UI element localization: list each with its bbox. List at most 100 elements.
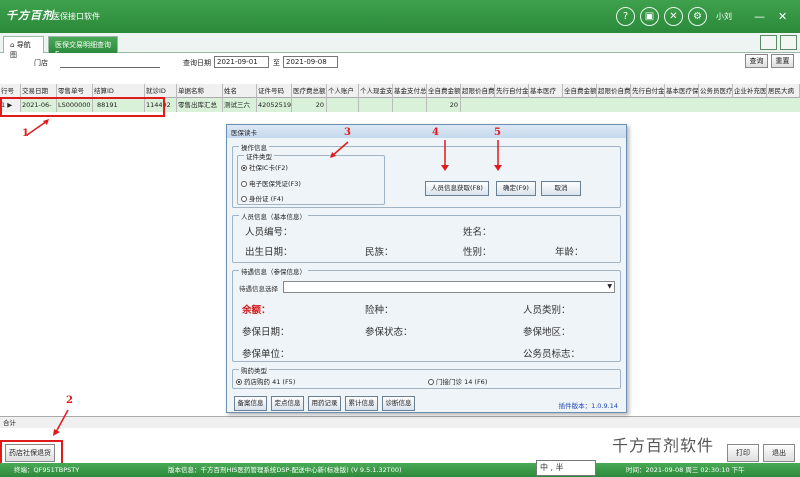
exit-button[interactable]: 退出 [763,444,795,462]
radio-dot [241,196,247,202]
birth-label: 出生日期： [245,247,293,258]
radio-pharmacy-purchase[interactable]: 药店购药 41 (F5) [236,376,295,386]
cell-empty[interactable] [461,98,800,112]
insure-date-label: 参保日期： [242,327,290,338]
app-title: 医保接口软件 [52,12,100,21]
date-to-input[interactable]: 2021-09-08 [283,56,338,68]
col-header[interactable]: 证件号码 [257,84,292,98]
col-header[interactable]: 单据名称 [177,84,223,98]
confirm-button[interactable]: 确定(F9) [496,181,536,196]
insure-area-label: 参保地区： [523,327,571,338]
cancel-button[interactable]: 取消 [541,181,581,196]
age-label: 年龄： [555,247,584,258]
col-header[interactable]: 个人现金支付 [359,84,393,98]
col-header[interactable]: 居民大病 [767,84,800,98]
cell-doc-name[interactable]: 零售出库汇总 [177,98,223,112]
annotation-arrow-5 [494,140,502,171]
date-from-input[interactable]: 2021-09-01 [214,56,269,68]
terminal-text: 终端：QF951TBPSTY [14,466,80,474]
delete-icon[interactable]: ✕ [664,7,683,26]
user-name: 小刘 [716,12,732,21]
insurance-type-label: 险种： [365,305,394,316]
close-window-icon[interactable]: ✕ [778,10,787,23]
col-header[interactable]: 行号 [0,84,21,98]
tab-insurance-detail[interactable]: 医保交易明细查询E [48,36,118,58]
col-header[interactable]: 企业补充医 [733,84,767,98]
person-info-legend: 人员信息（基本信息） [239,211,308,221]
watermark-text: 千方百剂软件 [612,436,715,455]
date-label: 查询日期 [183,59,211,67]
read-person-button[interactable]: 人员信息获取(F8) [425,181,489,196]
radio-id-card[interactable]: 身份证 (F4) [241,193,284,203]
insurance-card-dialog: 医保读卡 操作信息 证件类型 社保IC卡(F2) 电子医保凭证(F3) 身份证 … [226,124,627,413]
radio-dot [428,379,434,385]
annotation-arrow-1 [26,119,49,136]
store-input[interactable] [60,67,160,68]
col-header[interactable]: 个人账户 [327,84,359,98]
search-button[interactable]: 查询 [745,54,768,68]
operation-group: 操作信息 证件类型 社保IC卡(F2) 电子医保凭证(F3) 身份证 (F4) … [232,142,621,208]
col-header[interactable]: 超限价自费 [461,84,495,98]
col-header[interactable]: 全自费金额 [427,84,461,98]
col-header[interactable]: 结算ID [93,84,145,98]
time-text: 时间：2021-09-08 周三 02:30:10 下午 [626,466,745,474]
cell-total[interactable]: 20 [292,98,327,112]
cell-name[interactable]: 测试三六 [223,98,257,112]
treatment-info-legend: 待遇信息（参保信息） [239,266,308,276]
annotation-arrow-3 [330,141,349,158]
radio-e-voucher[interactable]: 电子医保凭证(F3) [241,178,301,188]
cell-empty[interactable] [359,98,393,112]
cell-self-paid[interactable]: 20 [427,98,461,112]
col-header[interactable]: 医疗费总额 [292,84,327,98]
tab-diagnosis-info[interactable]: 诊断信息 [382,396,415,411]
print-button[interactable]: 打印 [727,444,759,462]
col-header[interactable]: 基本医疗 [529,84,563,98]
col-header[interactable]: 基本医疗保 [665,84,699,98]
tab-cumulative-info[interactable]: 累计信息 [345,396,378,411]
col-header[interactable]: 就诊ID [145,84,177,98]
annotation-arrow-4 [441,140,449,171]
help-icon[interactable]: ? [616,7,635,26]
lock-icon[interactable]: ▣ [640,7,659,26]
treatment-select[interactable]: ▼ [283,281,615,293]
cell-id-no[interactable]: 42052519 [257,98,292,112]
person-no-label: 人员编号： [245,227,293,238]
person-info-group: 人员信息（基本信息） 人员编号： 姓名： 出生日期： 民族： 性别： 年龄： [232,211,621,263]
window-icon[interactable] [780,35,797,50]
cert-type-group: 证件类型 社保IC卡(F2) 电子医保凭证(F3) 身份证 (F4) [237,151,385,205]
cell-empty[interactable] [327,98,359,112]
col-header[interactable]: 公务员医疗 [699,84,733,98]
tab-record-info[interactable]: 备案信息 [234,396,267,411]
tab-designated-info[interactable]: 定点信息 [271,396,304,411]
tab-navigation[interactable]: ⌂ 导航图 [3,36,44,59]
cell-empty[interactable] [393,98,427,112]
annotation-number-3: 3 [344,127,351,138]
col-header[interactable]: 基金支付总 [393,84,427,98]
purchase-type-group: 购药类型 药店购药 41 (F5) 门接门诊 14 (F6) [232,365,621,389]
col-header[interactable]: 全自费金额 [563,84,597,98]
col-header[interactable]: 零售单号 [57,84,93,98]
tab-medication-records[interactable]: 用药记录 [308,396,341,411]
col-header[interactable]: 先行自付金 [495,84,529,98]
export-icon[interactable] [760,35,777,50]
home-icon: ⌂ [10,41,15,49]
purchase-type-legend: 购药类型 [239,365,269,375]
balance-label: 余额： [242,305,271,316]
col-header[interactable]: 超限价自费 [597,84,631,98]
insure-status-label: 参保状态： [365,327,413,338]
phone-icon[interactable] [704,7,714,26]
radio-outpatient[interactable]: 门接门诊 14 (F6) [428,376,487,386]
reset-button[interactable]: 重置 [771,54,794,68]
version-text: 版本信息：千方百剂HIS医药管理系统DSP-配送中心新(标准版) (V 9.5.… [168,466,402,474]
col-header[interactable]: 交易日期 [21,84,57,98]
col-header[interactable]: 姓名 [223,84,257,98]
col-header[interactable]: 先行自付金 [631,84,665,98]
radio-social-card[interactable]: 社保IC卡(F2) [241,162,288,172]
ethnic-label: 民族： [365,247,394,258]
ime-indicator[interactable]: 中 , 半 [536,460,596,476]
insure-unit-label: 参保单位： [242,349,290,360]
chevron-down-icon: ▼ [607,283,612,290]
minimize-icon[interactable]: — [754,10,765,23]
status-bar: 终端：QF951TBPSTY 版本信息：千方百剂HIS医药管理系统DSP-配送中… [0,463,800,477]
treatment-select-label: 待遇信息选择 [239,285,278,293]
